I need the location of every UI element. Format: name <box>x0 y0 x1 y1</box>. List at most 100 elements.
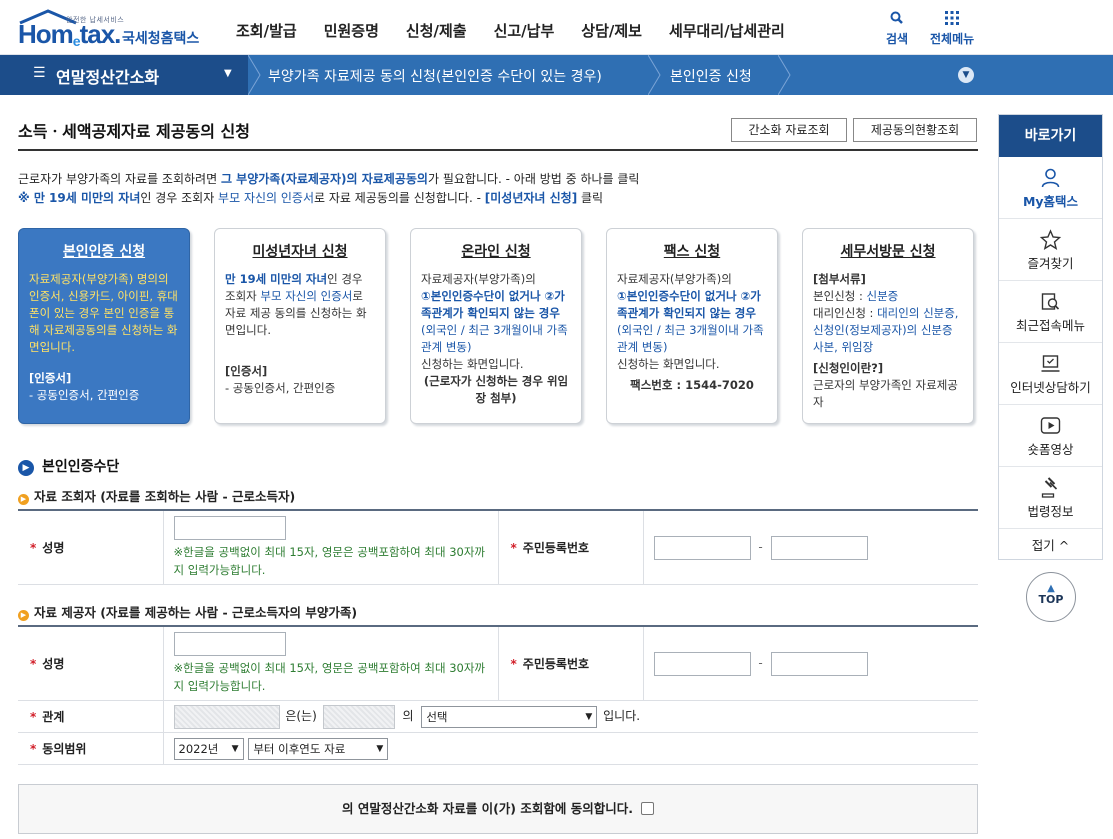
breadcrumb-separator-icon <box>778 55 791 95</box>
top-label: TOP <box>1038 593 1064 606</box>
quick-item-recent-menu[interactable]: 최근접속메뉴 <box>999 281 1102 343</box>
card-title: 미성년자녀 신청 <box>252 244 348 260</box>
card-fax[interactable]: 팩스 신청 자료제공자(부양가족)의 ①본인인증수단이 없거나 ②가족관계가 확인… <box>606 228 778 424</box>
rrn-label: * 주민등록번호 <box>497 510 644 585</box>
dropdown-arrow-icon: ▼ <box>224 68 232 79</box>
intro-text: 근로자가 부양가족의 자료를 조회하려면 그 부양가족(자료제공자)의 자료제공… <box>18 172 640 205</box>
all-menu-button[interactable]: 전체메뉴 <box>930 10 974 47</box>
name-hint: ※한글을 공백없이 최대 15자, 영문은 공백포함하여 최대 30자까지 입력… <box>173 661 485 693</box>
quick-item-my-hometax[interactable]: My홈택스 <box>999 157 1102 219</box>
expand-breadcrumb-icon[interactable]: ▼ <box>958 67 974 83</box>
year-select[interactable]: 2022년 ▼ <box>173 737 244 760</box>
arrow-right-icon: ▶ <box>18 460 34 476</box>
card-title: 본인인증 신청 <box>62 244 146 260</box>
relation-viewer-name-field <box>322 704 395 729</box>
nav-item-tax-agent[interactable]: 세무대리/납세관리 <box>669 20 785 41</box>
consent-status-button[interactable]: 제공동의현황조회 <box>853 118 977 142</box>
card-tax-office-visit[interactable]: 세무서방문 신청 [첨부서류] 본인신청 : 신분증 대리인신청 : 대리인의 신분… <box>802 228 974 424</box>
quick-item-short-video[interactable]: 숏폼영상 <box>999 405 1102 467</box>
laptop-chat-icon <box>1041 355 1060 372</box>
consent-text: 의 연말정산간소화 자료를 이(가) 조회함에 동의합니다. <box>342 801 633 816</box>
breadcrumb-separator-icon <box>648 55 661 95</box>
card-title: 팩스 신청 <box>663 244 721 260</box>
card-body: 자료제공자(부양가족)의 ①본인인증수단이 없거나 ②가족관계가 확인되지 않는 … <box>421 272 569 405</box>
hometax-logo[interactable]: 안전한 납세서비스 Hometax. 국세청홈택스 <box>18 9 208 49</box>
logo-korean-name: 국세청홈택스 <box>122 31 200 47</box>
breadcrumb-item-auth[interactable]: 본인인증 신청 <box>670 66 752 86</box>
viewer-rrn-front-input[interactable] <box>653 535 751 560</box>
card-title: 온라인 신청 <box>461 244 531 260</box>
consent-checkbox[interactable] <box>640 802 654 815</box>
relation-label: * 관계 <box>18 700 164 733</box>
card-body: [첨부서류] 본인신청 : 신분증 대리인신청 : 대리인의 신분증, 신청인(정보… <box>813 272 959 409</box>
provider-rrn-back-input[interactable] <box>770 651 868 676</box>
gavel-icon <box>1041 477 1058 498</box>
viewer-form: * 성명 ※한글을 공백없이 최대 15자, 영문은 공백포함하여 최대 30자까… <box>18 509 978 585</box>
arrow-bullet-icon: ▶ <box>18 494 29 505</box>
simplified-lookup-button[interactable]: 간소화 자료조회 <box>731 118 847 142</box>
card-online[interactable]: 온라인 신청 자료제공자(부양가족)의 ①본인인증수단이 없거나 ②가족관계가 확… <box>410 228 582 424</box>
card-cert-title: [인증서] <box>29 371 72 385</box>
search-button[interactable]: 검색 <box>886 10 908 47</box>
nav-item-apply[interactable]: 신청/제출 <box>406 20 467 41</box>
breadcrumb-separator-icon <box>248 55 261 95</box>
page-title: 소득ㆍ세액공제자료 제공동의 신청 <box>18 122 250 141</box>
relation-select[interactable]: 선택 ▼ <box>421 705 598 728</box>
scroll-top-button[interactable]: ▲ TOP <box>1026 572 1076 622</box>
relation-text-ui: 의 <box>402 709 414 723</box>
scope-select[interactable]: 부터 이후연도 자료 ▼ <box>248 737 389 760</box>
search-label: 검색 <box>886 32 909 46</box>
relation-text-ipnida: 입니다. <box>603 709 641 723</box>
card-body: 자료제공자(부양가족)의 ①본인인증수단이 없거나 ②가족관계가 확인되지 않는 … <box>617 272 764 392</box>
card-body: 자료제공자(부양가족) 명의의 인증서, 신용카드, 아이핀, 휴대폰이 있는 … <box>29 272 178 354</box>
chevron-up-icon: ^ <box>1058 538 1070 553</box>
subsection-viewer: ▶ 자료 조회자 (자료를 조회하는 사람 - 근로소득자) <box>18 486 295 505</box>
quick-menu-title: 바로가기 <box>999 115 1102 157</box>
play-video-icon <box>1040 417 1061 434</box>
quick-item-favorites[interactable]: 즐겨찾기 <box>999 219 1102 281</box>
nav-item-report[interactable]: 신고/납부 <box>494 20 555 41</box>
logo-brand: Hometax. <box>18 19 121 49</box>
card-cert-title: [인증서] <box>225 364 268 378</box>
quick-item-online-consult[interactable]: 인터넷상담하기 <box>999 343 1102 405</box>
relation-text-eun: 은(는) <box>285 709 317 723</box>
search-icon <box>890 11 903 24</box>
rrn-label: * 주민등록번호 <box>497 626 644 701</box>
card-title: 세무서방문 신청 <box>840 244 936 260</box>
card-minor-child[interactable]: 미성년자녀 신청 만 19세 미만의 자녀인 경우 조회자 부모 자신의 인증서… <box>214 228 386 424</box>
top-navigation: 조회/발급 민원증명 신청/제출 신고/납부 상담/제보 세무대리/납세관리 <box>236 20 812 41</box>
quick-menu: 바로가기 My홈택스 즐겨찾기 최근접속메뉴 인터넷상담하기 숏폼영상 법령정보… <box>998 114 1103 560</box>
arrow-up-icon: ▲ <box>1047 583 1055 594</box>
viewer-name-input[interactable] <box>173 516 286 540</box>
scope-label: * 동의범위 <box>18 732 164 765</box>
current-menu-title: 연말정산간소화 <box>56 68 160 87</box>
person-icon <box>1041 168 1060 188</box>
provider-rrn-front-input[interactable] <box>653 651 751 676</box>
quick-item-law-info[interactable]: 법령정보 <box>999 467 1102 529</box>
card-self-auth[interactable]: 본인인증 신청 자료제공자(부양가족) 명의의 인증서, 신용카드, 아이핀, … <box>18 228 190 424</box>
subsection-provider: ▶ 자료 제공자 (자료를 제공하는 사람 - 근로소득자의 부양가족) <box>18 602 357 621</box>
nav-item-consult[interactable]: 상담/제보 <box>581 20 642 41</box>
section-title: ▶ 본인인증수단 <box>18 456 119 476</box>
all-menu-label: 전체메뉴 <box>930 32 975 46</box>
nav-item-certificate[interactable]: 민원증명 <box>324 20 379 41</box>
card-body: 만 19세 미만의 자녀인 경우 조회자 부모 자신의 인증서로 자료 제공 동… <box>225 272 367 337</box>
name-label: * 성명 <box>18 510 164 585</box>
relation-provider-name-field <box>173 704 280 729</box>
viewer-rrn-back-input[interactable] <box>770 535 868 560</box>
consent-box: 의 연말정산간소화 자료를 이(가) 조회함에 동의합니다. <box>18 784 978 834</box>
arrow-bullet-icon: ▶ <box>18 610 29 621</box>
chevron-down-icon: ▼ <box>585 711 593 722</box>
quick-menu-fold-button[interactable]: 접기 ^ <box>999 529 1102 554</box>
provider-name-input[interactable] <box>173 632 286 656</box>
recent-search-icon <box>1041 293 1060 310</box>
star-icon <box>1039 229 1062 251</box>
current-menu-dropdown[interactable]: ☰ 연말정산간소화 ▼ <box>0 55 248 95</box>
breadcrumb-item-consent[interactable]: 부양가족 자료제공 동의 신청(본인인증 수단이 있는 경우) <box>268 66 602 86</box>
rrn-dash: - <box>758 656 763 670</box>
nav-item-inquiry[interactable]: 조회/발급 <box>236 20 297 41</box>
name-label: * 성명 <box>18 626 164 701</box>
card-cert-body: - 공동인증서, 간편인증 <box>225 381 336 395</box>
chevron-down-icon: ▼ <box>231 743 239 754</box>
name-hint: ※한글을 공백없이 최대 15자, 영문은 공백포함하여 최대 30자까지 입력… <box>173 545 485 577</box>
